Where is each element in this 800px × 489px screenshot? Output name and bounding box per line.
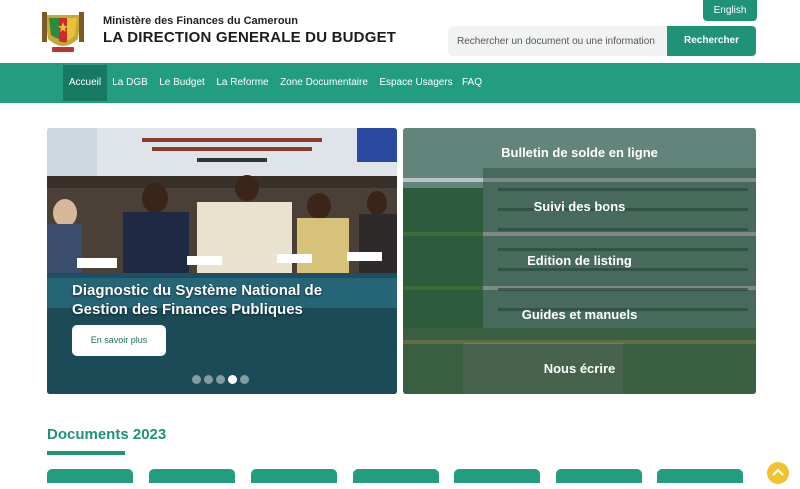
site-header: Ministère des Finances du Cameroun LA DI… — [0, 0, 800, 63]
cameroon-coat-of-arms-logo[interactable] — [42, 9, 84, 55]
nous-ecrire-link[interactable]: Nous écrire — [403, 344, 756, 394]
carousel-dot-active[interactable] — [228, 375, 237, 384]
hero-title: Diagnostic du Système National de Gestio… — [72, 282, 323, 318]
carousel-indicators — [192, 375, 252, 384]
nav-item-la-dgb[interactable]: La DGB — [109, 63, 151, 103]
nav-item-espace-usagers[interactable]: Espace Usagers — [377, 63, 455, 103]
nav-item-accueil[interactable]: Accueil — [63, 65, 107, 101]
carousel-dot[interactable] — [192, 375, 201, 384]
site-title[interactable]: LA DIRECTION GENERALE DU BUDGET — [103, 29, 396, 46]
edition-de-listing-link[interactable]: Edition de listing — [403, 236, 756, 286]
carousel-dot[interactable] — [240, 375, 249, 384]
chevron-up-icon — [772, 468, 784, 476]
document-card[interactable] — [657, 469, 743, 483]
hero-carousel[interactable]: Diagnostic du Système National de Gestio… — [47, 128, 397, 394]
suivi-des-bons-link[interactable]: Suivi des bons — [403, 182, 756, 232]
scroll-to-top-button[interactable] — [767, 462, 789, 484]
main-nav: Accueil La DGB Le Budget La Reforme Zone… — [0, 63, 800, 103]
carousel-dot[interactable] — [204, 375, 213, 384]
nav-item-la-reforme[interactable]: La Reforme — [213, 63, 272, 103]
bulletin-de-solde-link[interactable]: Bulletin de solde en ligne — [403, 128, 756, 178]
search-input[interactable] — [448, 26, 667, 56]
nav-item-faq[interactable]: FAQ — [460, 63, 484, 103]
nav-item-zone-documentaire[interactable]: Zone Documentaire — [277, 63, 371, 103]
section-title-underline — [47, 451, 125, 455]
search-button[interactable]: Rechercher — [667, 26, 756, 56]
document-card[interactable] — [47, 469, 133, 483]
document-card[interactable] — [454, 469, 540, 483]
carousel-dot[interactable] — [216, 375, 225, 384]
ministry-name: Ministère des Finances du Cameroun — [103, 15, 298, 27]
document-card[interactable] — [251, 469, 337, 483]
guides-et-manuels-link[interactable]: Guides et manuels — [403, 290, 756, 340]
document-card[interactable] — [149, 469, 235, 483]
document-card[interactable] — [353, 469, 439, 483]
documents-section-title: Documents 2023 — [47, 426, 167, 443]
learn-more-button[interactable]: En savoir plus — [72, 325, 166, 356]
language-button[interactable]: English — [703, 0, 757, 21]
document-card[interactable] — [556, 469, 642, 483]
quick-links-panel: Bulletin de solde en ligne Suivi des bon… — [403, 128, 756, 394]
nav-item-le-budget[interactable]: Le Budget — [154, 63, 210, 103]
